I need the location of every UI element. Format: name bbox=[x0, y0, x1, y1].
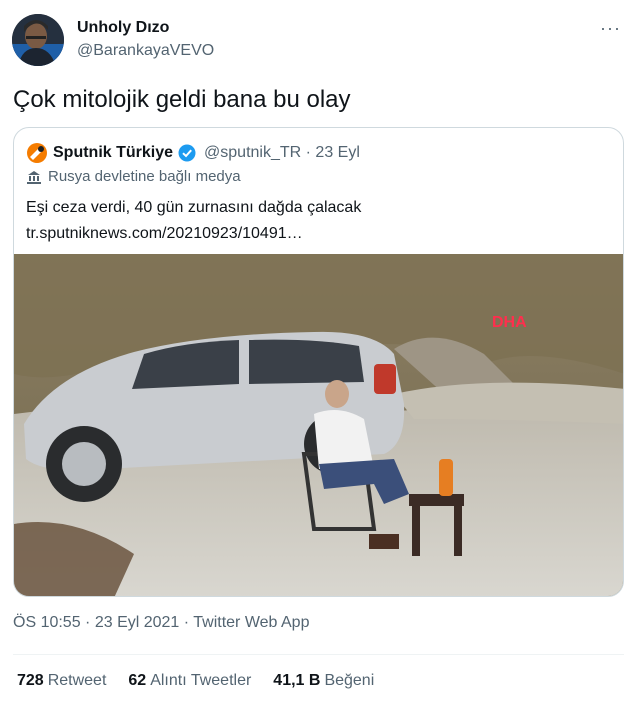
retweets-label: Retweet bbox=[47, 672, 107, 689]
more-options-icon[interactable]: ··· bbox=[600, 18, 621, 39]
author-handle[interactable]: @BarankayaVEVO bbox=[77, 42, 214, 60]
state-media-text: Rusya devletine bağlı medya bbox=[48, 168, 241, 185]
quotes-count: 62 bbox=[128, 672, 147, 689]
tweet-text: Çok mitolojik geldi bana bu olay bbox=[13, 86, 351, 113]
tweet-timestamp[interactable]: ÖS 10:55 · 23 Eyl 2021 · Twitter Web App bbox=[13, 614, 309, 632]
quotes-label: Alıntı Tweetler bbox=[150, 672, 252, 689]
retweets-count: 728 bbox=[17, 672, 44, 689]
tweet-stats: 728 Retweet 62 Alıntı Tweetler 41,1 B Beğen… bbox=[17, 672, 374, 690]
likes-stat[interactable]: 41,1 B Beğeni bbox=[273, 672, 374, 690]
media-watermark: DHA bbox=[492, 314, 527, 331]
likes-count: 41,1 B bbox=[273, 672, 321, 689]
likes-label: Beğeni bbox=[324, 672, 375, 689]
quotes-stat[interactable]: 62 Alıntı Tweetler bbox=[128, 672, 251, 690]
divider bbox=[13, 654, 624, 655]
quoted-author-handle[interactable]: @sputnik_TR · 23 Eyl bbox=[204, 144, 360, 162]
quoted-author-name[interactable]: Sputnik Türkiye bbox=[53, 144, 173, 162]
quoted-tweet-text: Eşi ceza verdi, 40 gün zurnasını dağda ç… bbox=[26, 195, 606, 247]
sputnik-logo-icon bbox=[26, 142, 48, 164]
author-avatar[interactable] bbox=[12, 14, 64, 66]
author-name[interactable]: Unholy Dızo bbox=[77, 19, 169, 37]
retweets-stat[interactable]: 728 Retweet bbox=[17, 672, 106, 690]
tweet-header: Unholy Dızo @BarankayaVEVO ··· bbox=[0, 0, 635, 70]
quoted-tweet-link[interactable]: tr.sputniknews.com/20210923/10491… bbox=[26, 221, 606, 247]
state-media-icon bbox=[26, 169, 42, 185]
quoted-tweet-header: Sputnik Türkiye @sputnik_TR · 23 Eyl bbox=[26, 142, 360, 164]
quoted-tweet-line: Eşi ceza verdi, 40 gün zurnasını dağda ç… bbox=[26, 199, 362, 216]
state-media-label[interactable]: Rusya devletine bağlı medya bbox=[26, 168, 241, 185]
quoted-tweet[interactable]: Sputnik Türkiye @sputnik_TR · 23 Eyl Rus… bbox=[13, 127, 624, 597]
quoted-tweet-media[interactable]: DHA bbox=[14, 254, 623, 596]
verified-badge-icon bbox=[178, 144, 196, 162]
